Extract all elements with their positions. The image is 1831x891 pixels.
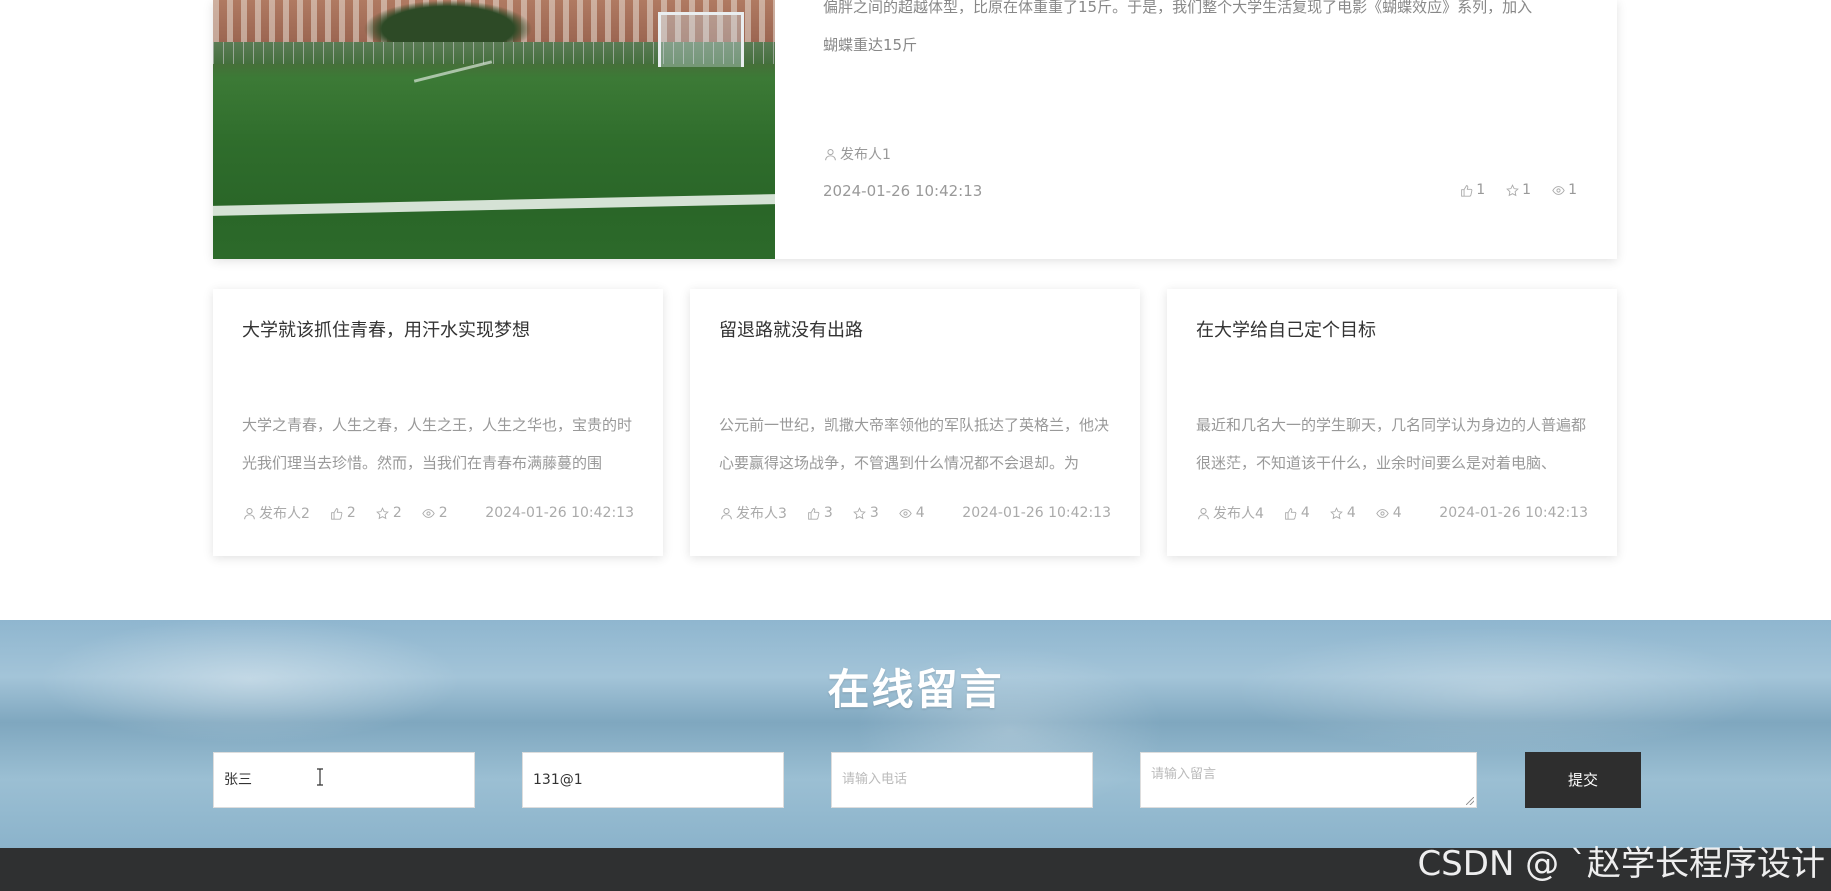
article-like-count: 3	[823, 505, 833, 521]
article-like-count: 4	[1300, 505, 1310, 521]
thumbs-up-icon	[1284, 506, 1298, 520]
user-icon	[242, 506, 256, 520]
name-input[interactable]: 张三	[213, 752, 475, 808]
article-view-stat: 2	[422, 505, 448, 521]
trees-backdrop	[363, 0, 533, 48]
thumbs-up-icon	[330, 506, 344, 520]
featured-date: 2024-01-26 10:42:13	[823, 182, 983, 200]
thumbs-up-icon	[807, 506, 821, 520]
email-input[interactable]: 131@1	[522, 752, 784, 808]
featured-article-card[interactable]: 偏胖之间的超越体型，比原在体重重了15斤。于是，我们整个大学生活复现了电影《蝴蝶…	[213, 0, 1617, 259]
article-like-count: 2	[346, 505, 356, 521]
featured-author-name: 发布人1	[840, 147, 891, 163]
user-icon	[823, 147, 837, 161]
article-author: 发布人3	[719, 503, 787, 523]
article-favorite-stat[interactable]: 2	[376, 505, 402, 521]
article-title[interactable]: 大学就该抓住青春，用汗水实现梦想	[242, 316, 530, 342]
featured-stats: 1 1 1	[1459, 182, 1577, 198]
article-like-stat[interactable]: 3	[807, 505, 833, 521]
article-author-name: 发布人2	[259, 506, 310, 522]
article-card[interactable]: 在大学给自己定个目标 最近和几名大一的学生聊天，几名同学认为身边的人普遍都很迷茫…	[1167, 289, 1617, 556]
article-favorite-count: 2	[392, 505, 402, 521]
field-sideline	[213, 193, 775, 217]
article-view-count: 4	[915, 505, 925, 521]
featured-like-count: 1	[1476, 182, 1486, 198]
featured-like-stat[interactable]: 1	[1459, 182, 1485, 198]
article-view-count: 2	[438, 505, 448, 521]
article-meta: 发布人4 4 4 4 2024-01-26 10:42:13	[1196, 503, 1588, 523]
eye-icon	[422, 506, 436, 520]
resize-handle-icon[interactable]	[1466, 797, 1474, 805]
article-author: 发布人4	[1196, 503, 1264, 523]
featured-view-stat: 1	[1551, 182, 1577, 198]
article-date: 2024-01-26 10:42:13	[485, 505, 634, 521]
article-favorite-stat[interactable]: 3	[853, 505, 879, 521]
star-icon	[376, 506, 390, 520]
article-view-stat: 4	[1376, 505, 1402, 521]
soccer-goal	[658, 12, 744, 67]
article-author: 发布人2	[242, 503, 310, 523]
featured-article-excerpt: 偏胖之间的超越体型，比原在体重重了15斤。于是，我们整个大学生活复现了电影《蝴蝶…	[823, 0, 1603, 64]
article-date: 2024-01-26 10:42:13	[962, 505, 1111, 521]
star-icon	[1330, 506, 1344, 520]
message-textarea-placeholder: 请输入留言	[1151, 767, 1217, 782]
article-excerpt: 大学之青春，人生之春，人生之王，人生之华也，宝贵的时光我们理当去珍惜。然而，当我…	[242, 416, 633, 472]
article-excerpt: 公元前一世纪，凯撒大帝率领他的军队抵达了英格兰，他决心要赢得这场战争，不管遇到什…	[719, 416, 1110, 472]
submit-button[interactable]: 提交	[1525, 752, 1641, 808]
text-cursor-icon	[317, 768, 323, 786]
article-card[interactable]: 大学就该抓住青春，用汗水实现梦想 大学之青春，人生之春，人生之王，人生之华也，宝…	[213, 289, 663, 556]
article-favorite-count: 4	[1346, 505, 1356, 521]
article-meta: 发布人2 2 2 2 2024-01-26 10:42:13	[242, 503, 634, 523]
article-meta: 发布人3 3 3 4 2024-01-26 10:42:13	[719, 503, 1111, 523]
featured-article-body: 偏胖之间的超越体型，比原在体重重了15斤。于是，我们整个大学生活复现了电影《蝴蝶…	[823, 0, 1577, 259]
featured-favorite-count: 1	[1522, 182, 1532, 198]
phone-input[interactable]: 请输入电话	[831, 752, 1093, 808]
featured-favorite-stat[interactable]: 1	[1505, 182, 1531, 198]
featured-article-image[interactable]	[213, 0, 775, 259]
user-icon	[719, 506, 733, 520]
article-title[interactable]: 在大学给自己定个目标	[1196, 316, 1376, 342]
article-card-list: 大学就该抓住青春，用汗水实现梦想 大学之青春，人生之春，人生之王，人生之华也，宝…	[213, 289, 1617, 556]
featured-author: 发布人1	[823, 144, 891, 164]
article-card[interactable]: 留退路就没有出路 公元前一世纪，凯撒大帝率领他的军队抵达了英格兰，他决心要赢得这…	[690, 289, 1140, 556]
eye-icon	[1376, 506, 1390, 520]
message-textarea[interactable]: 请输入留言	[1140, 752, 1477, 808]
article-excerpt: 最近和几名大一的学生聊天，几名同学认为身边的人普遍都很迷茫，不知道该干什么，业余…	[1196, 416, 1587, 472]
article-view-stat: 4	[899, 505, 925, 521]
eye-icon	[899, 506, 913, 520]
star-icon	[1505, 183, 1519, 197]
article-author-name: 发布人4	[1213, 506, 1264, 522]
user-icon	[1196, 506, 1210, 520]
article-favorite-stat[interactable]: 4	[1330, 505, 1356, 521]
message-section-title: 在线留言	[827, 665, 1004, 714]
star-icon	[853, 506, 867, 520]
article-favorite-count: 3	[869, 505, 879, 521]
featured-view-count: 1	[1568, 182, 1577, 198]
eye-icon	[1551, 183, 1565, 197]
article-like-stat[interactable]: 2	[330, 505, 356, 521]
article-date: 2024-01-26 10:42:13	[1439, 505, 1588, 521]
featured-excerpt-line-1: 偏胖之间的超越体型，比原在体重重了15斤。于是，我们整个大学生活复现了电影《蝴蝶…	[823, 0, 1533, 16]
thumbs-up-icon	[1459, 183, 1473, 197]
article-view-count: 4	[1392, 505, 1402, 521]
online-message-section: 在线留言 张三 131@1 请输入电话 请输入留言 提交	[0, 620, 1831, 848]
article-author-name: 发布人3	[736, 506, 787, 522]
featured-excerpt-line-2: 蝴蝶重达15斤	[823, 36, 918, 54]
article-like-stat[interactable]: 4	[1284, 505, 1310, 521]
article-title[interactable]: 留退路就没有出路	[719, 316, 863, 342]
csdn-watermark: CSDN @ `赵学长程序设计	[1417, 844, 1825, 884]
